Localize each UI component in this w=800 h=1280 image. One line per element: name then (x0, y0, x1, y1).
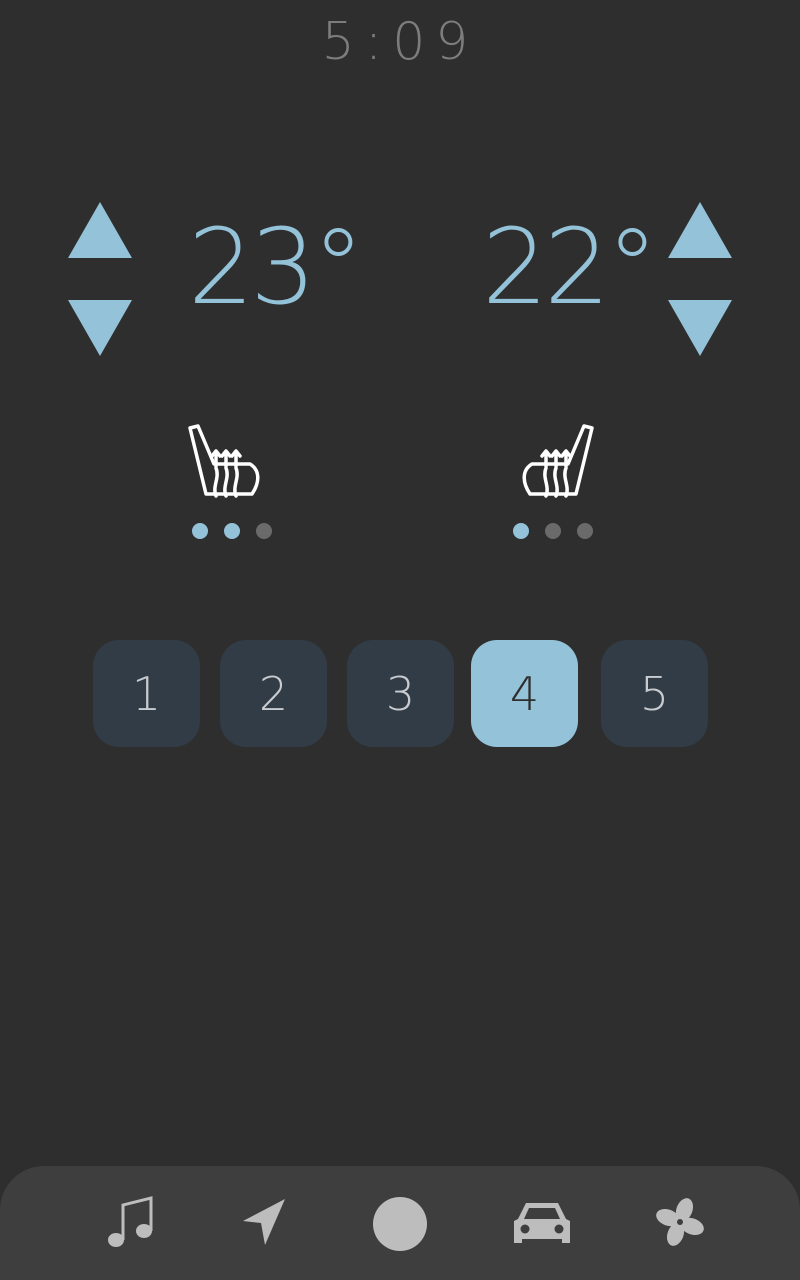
nav-navigation-button[interactable] (232, 1192, 292, 1252)
seat-heater-icon (522, 424, 594, 498)
navigation-arrow-icon (243, 1199, 285, 1245)
triangle-down-icon (68, 300, 132, 356)
right-seat-heat-level-indicator (513, 523, 593, 539)
fan-speed-selector: 1 2 3 4 5 (93, 640, 713, 747)
heat-level-dot-inactive (545, 523, 561, 539)
nav-music-button[interactable] (98, 1192, 158, 1252)
right-temp-down-button[interactable] (668, 298, 740, 362)
triangle-up-icon (668, 202, 732, 258)
music-note-icon (108, 1196, 153, 1247)
left-seat-heat-level-indicator (192, 523, 272, 539)
climate-screen: 5:09 23° 22° 1 2 3 4 5 (0, 0, 800, 1280)
left-seat-heater-button[interactable] (186, 424, 266, 500)
car-icon (514, 1203, 570, 1243)
triangle-down-icon (668, 300, 732, 356)
nav-car-button[interactable] (512, 1192, 572, 1252)
left-temperature: 23° (188, 206, 364, 328)
seat-heater-icon (188, 424, 260, 498)
right-seat-heater-button[interactable] (516, 424, 596, 500)
home-circle-icon (373, 1197, 427, 1251)
heat-level-dot-active (192, 523, 208, 539)
right-temp-up-button[interactable] (668, 200, 740, 264)
heat-level-dot-active (513, 523, 529, 539)
fan-speed-2-button[interactable]: 2 (220, 640, 327, 747)
heat-level-dot-active (224, 523, 240, 539)
fan-icon (656, 1198, 704, 1246)
fan-speed-3-button[interactable]: 3 (347, 640, 454, 747)
heat-level-dot-inactive (256, 523, 272, 539)
right-temperature: 22° (482, 206, 658, 328)
triangle-up-icon (68, 202, 132, 258)
nav-home-button[interactable] (370, 1194, 430, 1254)
heat-level-dot-inactive (577, 523, 593, 539)
left-temp-down-button[interactable] (68, 298, 140, 362)
fan-speed-1-button[interactable]: 1 (93, 640, 200, 747)
fan-speed-5-button[interactable]: 5 (601, 640, 708, 747)
nav-climate-button[interactable] (650, 1192, 710, 1252)
fan-speed-4-button[interactable]: 4 (471, 640, 578, 747)
left-temp-up-button[interactable] (68, 200, 140, 264)
clock: 5:09 (321, 12, 479, 72)
bottom-nav-bar (0, 1166, 800, 1280)
